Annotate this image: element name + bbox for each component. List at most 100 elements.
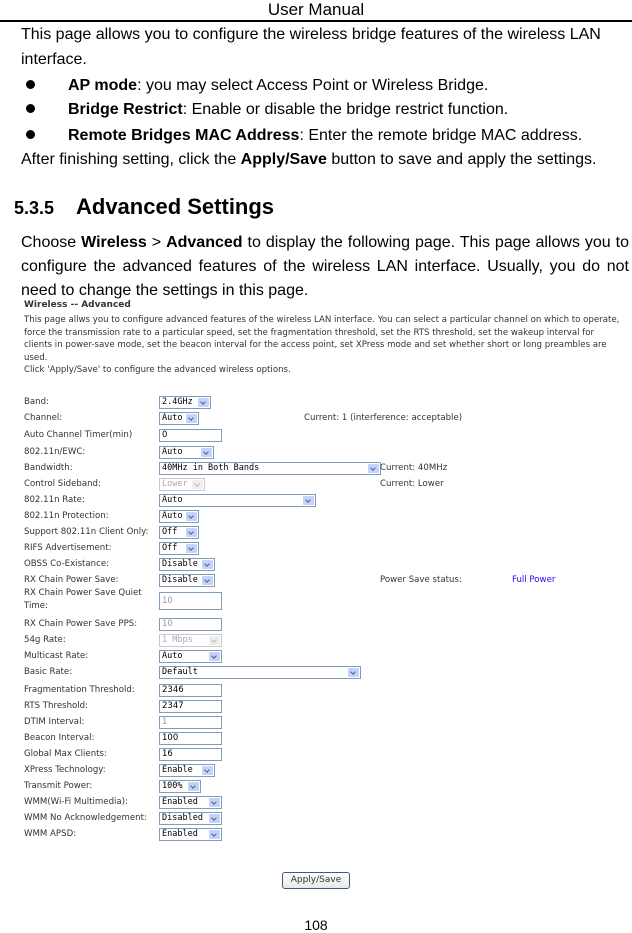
bullet-term: Bridge Restrict	[68, 101, 183, 118]
select-obss-co-existance[interactable]: Disable	[159, 558, 215, 571]
select-band[interactable]: 2.4GHz	[159, 396, 211, 409]
chevron-down-icon[interactable]	[202, 560, 213, 569]
input-global-max-clients[interactable]: 16	[159, 748, 222, 761]
chevron-down-icon[interactable]	[202, 766, 213, 775]
field-value: Auto	[162, 511, 183, 521]
field-value: 10	[162, 619, 173, 629]
field-value: Lower	[162, 479, 188, 489]
field-label: Auto Channel Timer(min)	[24, 430, 133, 440]
field-value: Enabled	[162, 797, 198, 807]
field-value: 1	[162, 717, 168, 727]
apply-save-button[interactable]: Apply/Save	[282, 872, 350, 889]
field-value: 16	[162, 749, 173, 759]
field-value: Auto	[162, 495, 183, 505]
select-wmm-no-acknowledgement[interactable]: Disabled	[159, 812, 222, 825]
bullet-ap-mode: AP mode: you may select Access Point or …	[26, 74, 488, 98]
chevron-down-icon[interactable]	[209, 636, 220, 645]
desc-line: force the transmission rate to a particu…	[24, 327, 595, 338]
field-value: Enable	[162, 765, 193, 775]
field-label: Transmit Power:	[24, 781, 93, 791]
select-channel[interactable]: Auto	[159, 412, 199, 425]
bullet-text: : you may select Access Point or Wireles…	[137, 77, 489, 94]
select-basic-rate[interactable]: Default	[159, 666, 361, 679]
select-control-sideband[interactable]: Lower	[159, 478, 205, 491]
field-label: 802.11n Protection:	[24, 511, 109, 521]
chevron-down-icon[interactable]	[209, 814, 220, 823]
bullet-text: : Enter the remote bridge MAC address.	[299, 127, 583, 144]
select-rifs-advertisement[interactable]: Off	[159, 542, 199, 555]
text: Choose	[21, 234, 82, 251]
select-transmit-power[interactable]: 100%	[159, 780, 201, 793]
select-xpress-technology[interactable]: Enable	[159, 764, 215, 777]
bullet-icon	[26, 79, 35, 89]
input-beacon-interval[interactable]: 100	[159, 732, 222, 745]
field-label: RX Chain Power Save:	[24, 575, 119, 585]
bullet-term: Remote Bridges MAC Address	[68, 127, 300, 144]
chevron-down-icon[interactable]	[188, 782, 199, 791]
chevron-down-icon[interactable]	[201, 448, 212, 457]
field-label: Band:	[24, 397, 49, 407]
input-fragmentation-threshold[interactable]: 2346	[159, 684, 222, 697]
after-finishing-text: After finishing setting, click the Apply…	[21, 148, 596, 172]
input-dtim-interval[interactable]: 1	[159, 716, 222, 729]
header-rule	[0, 20, 632, 22]
running-header: User Manual	[267, 0, 365, 19]
select-wmm-apsd[interactable]: Enabled	[159, 828, 222, 841]
power-save-status-value: Full Power	[512, 575, 556, 585]
input-rx-chain-power-save-pps[interactable]: 10	[159, 618, 222, 631]
field-value: Default	[162, 667, 198, 677]
field-value: 40MHz in Both Bands	[162, 463, 260, 473]
chevron-down-icon[interactable]	[209, 798, 220, 807]
chevron-down-icon[interactable]	[186, 512, 197, 521]
field-label: 802.11n Rate:	[24, 495, 85, 505]
field-value: Auto	[162, 413, 183, 423]
field-label: RTS Threshold:	[24, 701, 89, 711]
field-value: Enabled	[162, 829, 198, 839]
select-802-11n-rate[interactable]: Auto	[159, 494, 316, 507]
chevron-down-icon[interactable]	[348, 668, 359, 677]
field-value: 2.4GHz	[162, 397, 193, 407]
chevron-down-icon[interactable]	[209, 652, 220, 661]
field-label: 54g Rate:	[24, 635, 66, 645]
field-label: Multicast Rate:	[24, 651, 89, 661]
section-heading: 5.3.5 Advanced Settings	[14, 194, 274, 221]
field-label: Support 802.11n Client Only:	[24, 527, 149, 537]
chevron-down-icon[interactable]	[202, 576, 213, 585]
chevron-down-icon[interactable]	[209, 830, 220, 839]
chevron-down-icon[interactable]	[198, 398, 209, 407]
desc-line: used.	[24, 352, 48, 363]
field-value: 1 Mbps	[162, 635, 193, 645]
text: After finishing setting, click the	[21, 151, 241, 168]
current-status-note: Current: 40MHz	[380, 463, 448, 473]
field-label: Control Sideband:	[24, 479, 101, 489]
field-value: 100%	[162, 781, 183, 791]
input-auto-channel-timer-min[interactable]: 0	[159, 429, 222, 442]
select-802-11n-ewc[interactable]: Auto	[159, 446, 214, 459]
chevron-down-icon[interactable]	[186, 544, 197, 553]
input-rts-threshold[interactable]: 2347	[159, 700, 222, 713]
advanced-settings-screenshot: Wireless -- Advanced This page allws you…	[22, 298, 622, 892]
select-support-802-11n-client-only[interactable]: Off	[159, 526, 199, 539]
field-label: OBSS Co-Existance:	[24, 559, 110, 569]
select-multicast-rate[interactable]: Auto	[159, 650, 222, 663]
text: >	[146, 234, 167, 251]
field-label: DTIM Interval:	[24, 717, 85, 727]
select-bandwidth[interactable]: 40MHz in Both Bands	[159, 462, 381, 475]
input-rx-chain-power-save-quiet[interactable]: 10	[159, 592, 222, 610]
chevron-down-icon[interactable]	[303, 496, 314, 505]
chevron-down-icon[interactable]	[192, 480, 203, 489]
select-802-11n-protection[interactable]: Auto	[159, 510, 199, 523]
field-value: 10	[162, 596, 173, 606]
field-label-cont: Time:	[24, 601, 48, 611]
field-label: Beacon Interval:	[24, 733, 95, 743]
screen-description: This page allws you to configure advance…	[24, 314, 619, 377]
chevron-down-icon[interactable]	[186, 528, 197, 537]
field-value: Disable	[162, 575, 198, 585]
bullet-term: AP mode	[68, 77, 138, 94]
chevron-down-icon[interactable]	[186, 414, 197, 423]
chevron-down-icon[interactable]	[368, 464, 379, 473]
screen-title: Wireless -- Advanced	[24, 300, 131, 310]
select-rx-chain-power-save[interactable]: Disable	[159, 574, 215, 587]
select-54g-rate[interactable]: 1 Mbps	[159, 634, 222, 647]
select-wmm-wi-fi-multimedia[interactable]: Enabled	[159, 796, 222, 809]
